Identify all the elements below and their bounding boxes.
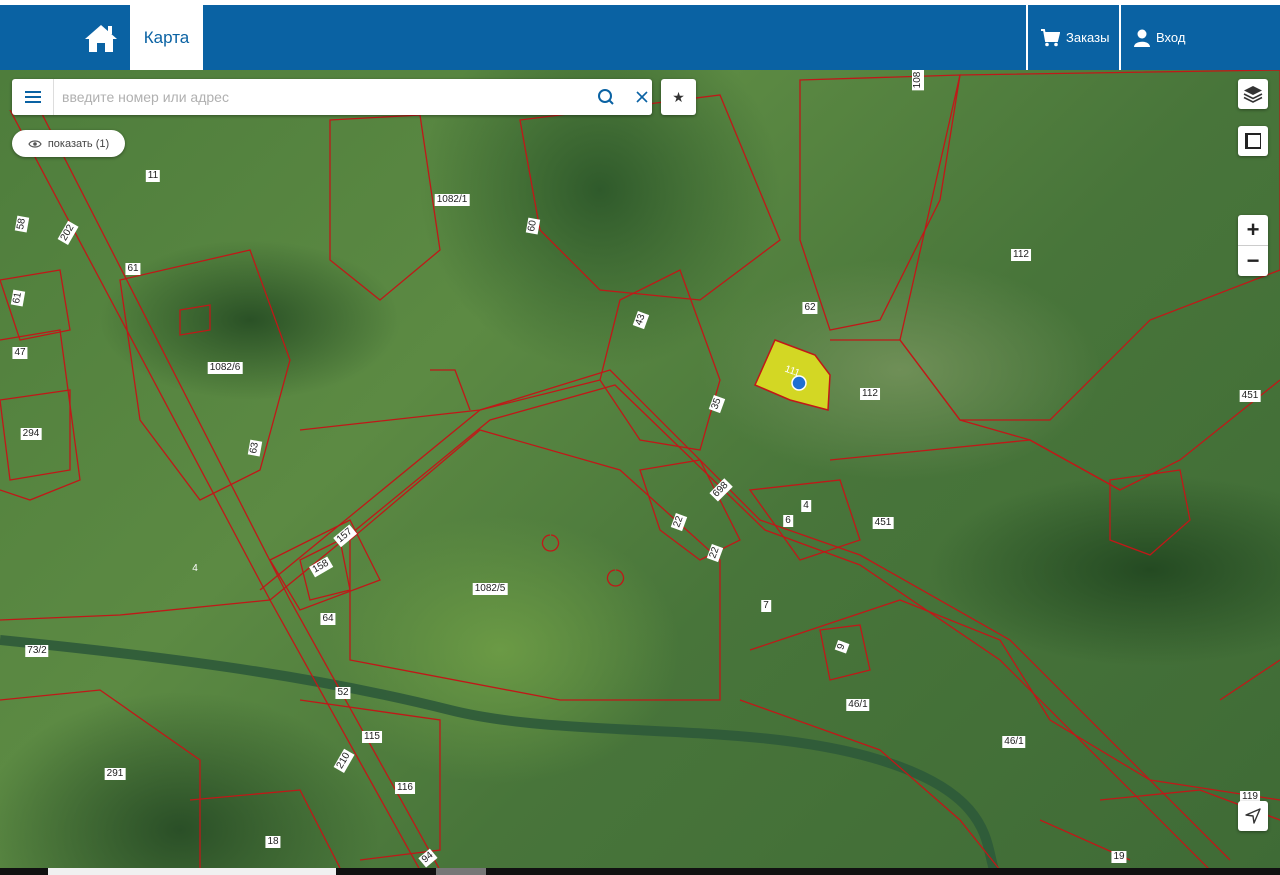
frame-button[interactable]	[1238, 126, 1268, 156]
parcel-label[interactable]: 112	[860, 388, 880, 400]
parcel-label[interactable]: 62	[802, 302, 818, 314]
navigation-arrow-icon	[1245, 808, 1261, 824]
orders-button[interactable]: Заказы	[1040, 5, 1109, 70]
home-button[interactable]	[80, 17, 122, 59]
favorites-button[interactable]: ★	[661, 79, 696, 115]
bottom-strip-panel	[436, 868, 486, 875]
search-input[interactable]	[62, 85, 582, 109]
parcel-label[interactable]: 73/2	[25, 645, 49, 657]
parcel-label[interactable]: 1082/6	[207, 362, 243, 374]
parcel-label[interactable]: 7	[761, 600, 771, 612]
zoom-in-button[interactable]: +	[1238, 215, 1268, 245]
parcel-label[interactable]: 115	[362, 731, 382, 743]
home-icon	[85, 25, 117, 52]
top-navigation-bar: Карта Заказы Вход	[0, 0, 1280, 70]
parcel-label[interactable]: 64	[320, 613, 336, 625]
close-icon[interactable]	[632, 87, 652, 107]
zoom-out-button[interactable]: −	[1238, 246, 1268, 276]
cart-icon	[1041, 28, 1060, 46]
parcel-label[interactable]: 47	[12, 347, 28, 359]
parcel-label[interactable]: 46/1	[1002, 736, 1026, 748]
parcel-label[interactable]: 451	[1239, 390, 1261, 402]
show-button-label: показать (1)	[47, 137, 110, 150]
login-label: Вход	[1156, 30, 1186, 45]
parcel-label[interactable]: 4	[801, 500, 811, 512]
parcel-label[interactable]: 19	[1111, 851, 1127, 863]
show-button[interactable]: показать (1)	[12, 130, 125, 157]
header-divider	[1119, 5, 1121, 70]
parcel-label[interactable]: 61	[125, 263, 141, 275]
parcel-label[interactable]: 46/1	[846, 699, 870, 711]
parcel-label[interactable]: 108	[912, 70, 924, 91]
header-divider	[1026, 5, 1028, 70]
star-icon: ★	[672, 88, 685, 105]
hamburger-icon	[24, 91, 41, 103]
parcel-label[interactable]: 52	[335, 687, 351, 699]
parcel-label[interactable]: 1082/1	[434, 194, 470, 206]
layers-button[interactable]	[1238, 79, 1268, 109]
parcel-label[interactable]: 112	[1011, 249, 1031, 261]
bottom-strip	[0, 868, 1280, 875]
orders-label: Заказы	[1066, 30, 1110, 45]
frame-icon	[1245, 133, 1261, 149]
parcel-label[interactable]: 11	[145, 170, 161, 182]
locate-button[interactable]	[1238, 801, 1268, 831]
map-canvas[interactable]: 11 1082/1 60 108 58 202 61 61 47 43 62 1…	[0, 70, 1280, 868]
parcel-label[interactable]: 451	[872, 517, 894, 529]
user-icon	[1134, 29, 1150, 47]
cadastral-overlay	[0, 70, 1280, 868]
layers-icon	[1243, 86, 1263, 103]
menu-button[interactable]	[12, 79, 54, 115]
parcel-label[interactable]: 18	[265, 836, 281, 848]
login-button[interactable]: Вход	[1134, 5, 1185, 70]
tab-map[interactable]: Карта	[130, 5, 203, 70]
bottom-strip-panel	[48, 868, 336, 875]
parcel-label[interactable]: 294	[20, 428, 42, 440]
parcel-label[interactable]: 1082/5	[472, 583, 508, 595]
search-icon[interactable]	[596, 87, 616, 107]
parcel-label[interactable]: 291	[104, 768, 126, 780]
eye-icon	[28, 139, 42, 148]
parcel-label[interactable]: 116	[395, 782, 415, 794]
parcel-label[interactable]: 6	[783, 515, 793, 527]
zoom-control: + −	[1238, 215, 1268, 276]
search-bar	[12, 79, 652, 115]
parcel-label[interactable]: 4	[190, 563, 200, 575]
